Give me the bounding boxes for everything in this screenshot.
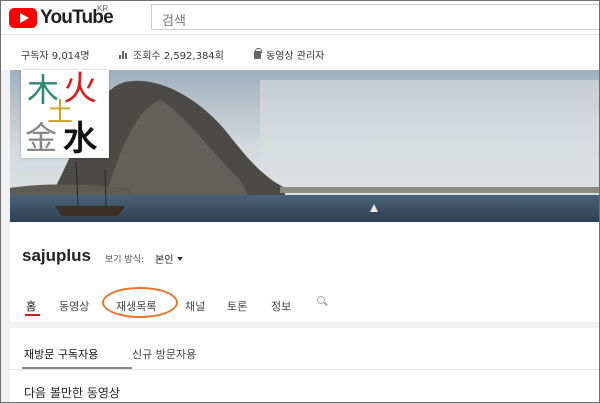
section-title: 다음 볼만한 동영상 bbox=[24, 386, 120, 400]
channel-avatar[interactable]: 木 火 土 金 水 bbox=[21, 70, 109, 158]
search-input[interactable]: 검색 bbox=[151, 4, 599, 30]
active-tab-indicator bbox=[25, 314, 40, 316]
view-as-value: 본인 bbox=[155, 255, 174, 266]
caret-down-icon bbox=[177, 256, 184, 261]
avatar-glyph-metal: 金 bbox=[25, 119, 58, 157]
play-logo-icon bbox=[9, 8, 37, 28]
bar-chart-icon bbox=[119, 50, 128, 59]
subtab-returning-subscribers[interactable]: 재방문 구독자용 bbox=[24, 346, 98, 362]
region-code: KR bbox=[97, 4, 109, 13]
channel-name: sajuplus bbox=[22, 246, 91, 265]
search-icon[interactable] bbox=[317, 296, 328, 307]
masthead: YouTube KR 검색 bbox=[1, 1, 599, 35]
view-as-dropdown[interactable]: 본인 bbox=[155, 251, 184, 266]
tab-discussion[interactable]: 토론 bbox=[227, 298, 247, 314]
tab-videos[interactable]: 동영상 bbox=[59, 298, 89, 314]
youtube-logo[interactable]: YouTube KR bbox=[9, 4, 114, 29]
tab-home[interactable]: 홈 bbox=[26, 298, 36, 314]
subscriber-count-text: 구독자 9,014명 bbox=[21, 51, 90, 62]
channel-stats-bar: 구독자 9,014명 조회수 2,592,384회 동영상 관리자 bbox=[1, 35, 599, 70]
highlight-circle-annotation bbox=[102, 287, 178, 318]
lock-icon bbox=[254, 47, 262, 59]
video-manager-link[interactable]: 동영상 관리자 bbox=[254, 47, 324, 62]
view-count: 조회수 2,592,384회 bbox=[119, 47, 224, 62]
video-manager-label: 동영상 관리자 bbox=[266, 51, 325, 62]
tab-channels[interactable]: 채널 bbox=[185, 298, 205, 314]
channel-header: sajuplus 보기 방식: 본인 bbox=[10, 222, 599, 322]
view-as-label: 보기 방식: bbox=[105, 255, 145, 265]
view-count-text: 조회수 2,592,384회 bbox=[133, 51, 224, 62]
home-content: 재방문 구독자용 신규 방문자용 다음 볼만한 동영상 bbox=[10, 328, 599, 402]
subscriber-count: 구독자 9,014명 bbox=[21, 47, 90, 62]
avatar-glyph-water: 水 bbox=[63, 119, 97, 159]
subtab-new-visitors[interactable]: 신규 방문자용 bbox=[132, 346, 196, 362]
browser-frame: YouTube KR 검색 구독자 9,014명 조회수 2,592,384회 … bbox=[0, 0, 600, 403]
divider bbox=[10, 369, 599, 370]
tab-about[interactable]: 정보 bbox=[271, 298, 291, 314]
